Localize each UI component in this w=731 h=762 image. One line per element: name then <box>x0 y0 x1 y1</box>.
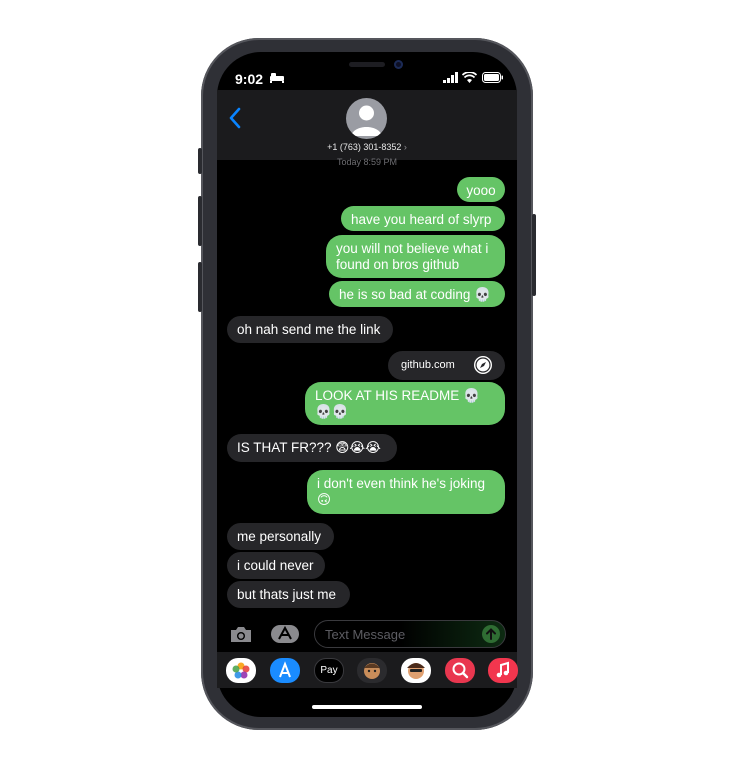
message-bubble-outgoing: have you heard of slyrp <box>341 206 505 231</box>
message-bubble-incoming: oh nah send me the link <box>227 316 393 343</box>
message-bubble-incoming: me personally <box>227 523 334 550</box>
contact-avatar[interactable] <box>346 98 387 139</box>
app-store-icon <box>279 661 291 678</box>
link-preview-domain: github.com <box>401 359 455 371</box>
back-chevron-icon[interactable] <box>226 106 246 130</box>
message-bubble-outgoing: LOOK AT HIS README 💀💀💀 <box>305 382 505 425</box>
battery-icon <box>482 72 503 83</box>
message-bubble-outgoing: i don't even think he's joking 🙃 <box>307 470 505 514</box>
arrow-up-icon <box>486 628 496 640</box>
memoji-stickers-icon <box>407 663 425 679</box>
cellular-signal-icon <box>443 72 458 83</box>
images-app-button[interactable] <box>445 658 475 683</box>
link-preview[interactable]: github.com <box>388 351 505 380</box>
app-store-app-button[interactable] <box>270 658 300 683</box>
image-search-icon <box>452 662 469 679</box>
status-time: 9:02 <box>235 71 264 87</box>
front-camera <box>394 60 403 69</box>
person-icon <box>351 105 382 136</box>
send-button[interactable] <box>482 625 500 643</box>
camera-icon[interactable] <box>229 625 253 644</box>
home-indicator[interactable] <box>312 705 422 709</box>
contact-phone-number[interactable]: +1 (763) 301-8352 › <box>300 142 434 152</box>
volume-up-button <box>198 196 202 246</box>
message-bubble-outgoing: yooo <box>457 177 505 202</box>
message-bubble-outgoing: he is so bad at coding 💀 <box>329 281 505 307</box>
apple-pay-app-button[interactable]: Pay <box>314 658 344 683</box>
power-button <box>532 214 536 296</box>
wifi-icon <box>462 72 477 83</box>
photos-icon <box>232 662 250 679</box>
photos-app-button[interactable] <box>226 658 256 683</box>
memoji-stickers-app-button[interactable] <box>401 658 431 683</box>
memoji-app-button[interactable] <box>357 658 387 683</box>
message-bubble-outgoing: you will not believe what i found on bro… <box>326 235 505 278</box>
app-drawer-icon[interactable] <box>270 624 300 644</box>
speaker <box>349 62 385 67</box>
volume-down-button <box>198 262 202 312</box>
safari-compass-icon <box>474 356 492 374</box>
message-input-placeholder: Text Message <box>325 627 406 642</box>
sleep-focus-icon <box>270 73 284 83</box>
memoji-icon <box>364 663 380 679</box>
music-app-button[interactable] <box>488 658 518 683</box>
message-bubble-incoming: IS THAT FR??? 😨😭😭 <box>227 434 397 462</box>
message-timestamp: Today 8:59 PM <box>336 157 398 167</box>
message-bubble-incoming: i could never <box>227 552 325 579</box>
message-bubble-incoming: but thats just me <box>227 581 350 608</box>
music-icon <box>496 661 509 678</box>
mute-switch <box>198 148 202 174</box>
